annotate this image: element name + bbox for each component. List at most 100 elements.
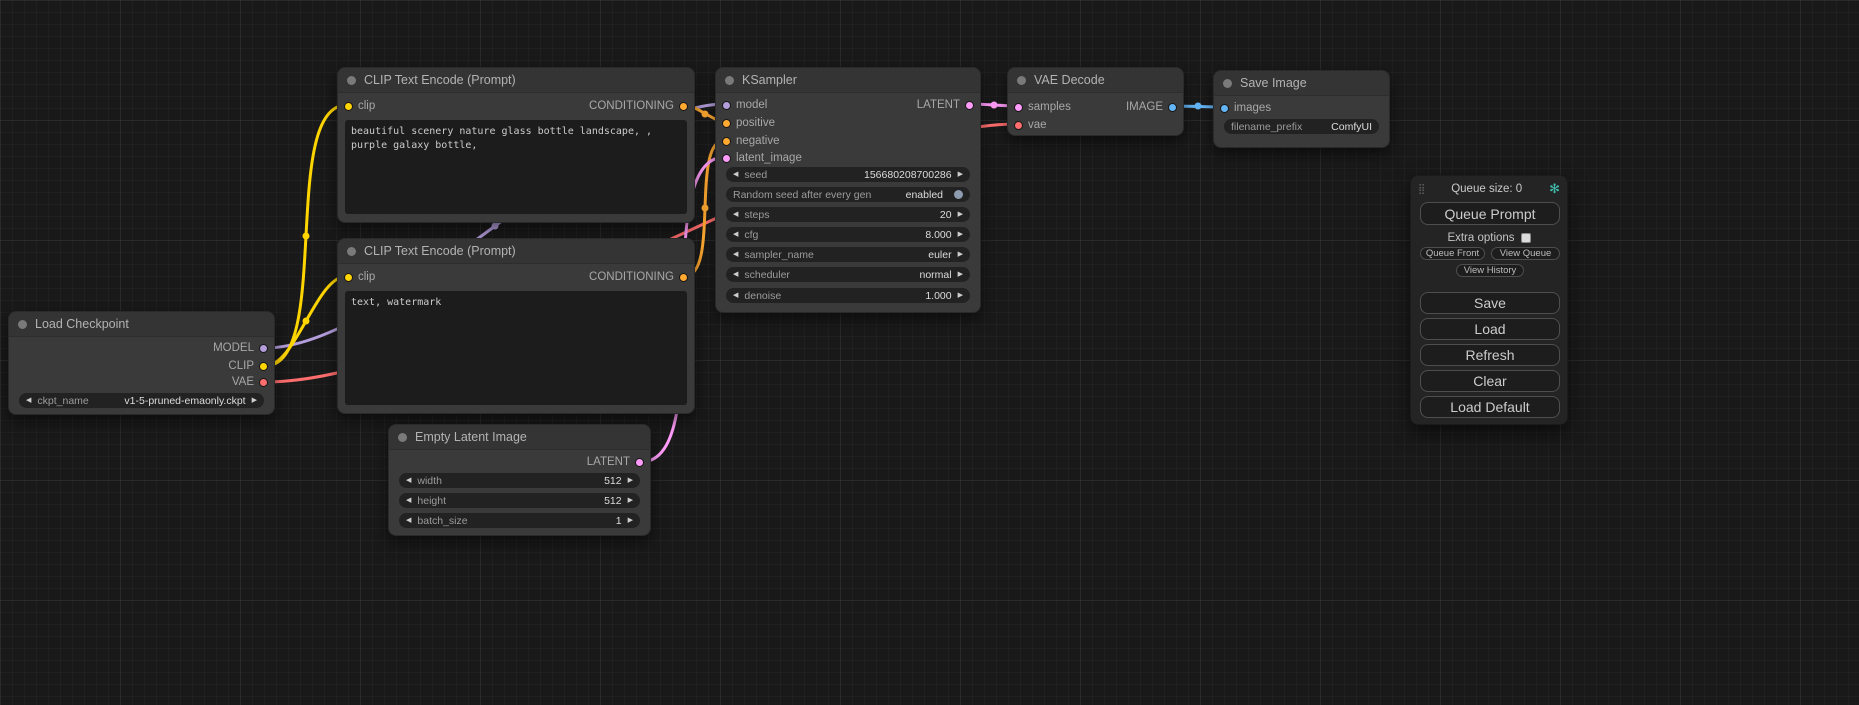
increment-arrow-icon[interactable]: ▶: [958, 231, 963, 238]
sampler-name-widget[interactable]: ◀ sampler_name euler ▶: [726, 247, 970, 262]
node-vae-decode-titlebar[interactable]: VAE Decode: [1008, 68, 1183, 93]
denoise-widget[interactable]: ◀ denoise 1.000 ▶: [726, 288, 970, 303]
decrement-arrow-icon[interactable]: ◀: [733, 171, 738, 178]
node-clip-text-encode-positive[interactable]: CLIP Text Encode (Prompt) clip CONDITION…: [337, 67, 695, 223]
vae-output-dot[interactable]: [259, 378, 268, 387]
model-input-dot[interactable]: [722, 101, 731, 110]
node-title: KSampler: [742, 73, 797, 87]
decrement-arrow-icon[interactable]: ◀: [733, 292, 738, 299]
increment-arrow-icon[interactable]: ▶: [958, 211, 963, 218]
settings-gear-icon[interactable]: ✻: [1549, 181, 1560, 197]
seed-widget[interactable]: ◀ seed 156680208700286 ▶: [726, 167, 970, 182]
collapse-dot[interactable]: [347, 247, 356, 256]
cfg-widget[interactable]: ◀ cfg 8.000 ▶: [726, 227, 970, 242]
latent-input-dot[interactable]: [1014, 103, 1023, 112]
increment-arrow-icon[interactable]: ▶: [958, 251, 963, 258]
increment-arrow-icon[interactable]: ▶: [628, 517, 633, 524]
width-widget[interactable]: ◀ width 512 ▶: [399, 473, 640, 488]
conditioning-output-dot[interactable]: [679, 102, 688, 111]
node-clip-text-encode-negative[interactable]: CLIP Text Encode (Prompt) clip CONDITION…: [337, 238, 695, 414]
node-title: VAE Decode: [1034, 73, 1105, 87]
widget-value: normal: [920, 269, 952, 281]
decrement-arrow-icon[interactable]: ◀: [733, 271, 738, 278]
widget-value: euler: [928, 249, 951, 261]
conditioning-output-dot[interactable]: [679, 273, 688, 282]
toggle-dot[interactable]: [954, 190, 963, 199]
node-load-checkpoint-titlebar[interactable]: Load Checkpoint: [9, 312, 274, 337]
refresh-button[interactable]: Refresh: [1420, 344, 1560, 366]
view-history-button[interactable]: View History: [1456, 264, 1524, 277]
node-ksampler-titlebar[interactable]: KSampler: [716, 68, 980, 93]
clip-input-dot[interactable]: [344, 273, 353, 282]
load-default-button[interactable]: Load Default: [1420, 396, 1560, 418]
decrement-arrow-icon[interactable]: ◀: [406, 477, 411, 484]
node-clip-positive-titlebar[interactable]: CLIP Text Encode (Prompt): [338, 68, 694, 93]
node-title: Save Image: [1240, 76, 1307, 90]
conditioning-input-dot[interactable]: [722, 137, 731, 146]
widget-value: 1: [616, 515, 622, 527]
node-vae-decode[interactable]: VAE Decode samples vae IMAGE: [1007, 67, 1184, 136]
collapse-dot[interactable]: [347, 76, 356, 85]
height-widget[interactable]: ◀ height 512 ▶: [399, 493, 640, 508]
widget-label: filename_prefix: [1231, 121, 1302, 133]
latent-output-dot[interactable]: [965, 101, 974, 110]
node-clip-negative-titlebar[interactable]: CLIP Text Encode (Prompt): [338, 239, 694, 264]
filename-prefix-widget[interactable]: filename_prefix ComfyUI: [1224, 119, 1379, 134]
node-save-image[interactable]: Save Image images filename_prefix ComfyU…: [1213, 70, 1390, 148]
positive-prompt-textarea[interactable]: beautiful scenery nature glass bottle la…: [345, 120, 687, 214]
save-button[interactable]: Save: [1420, 292, 1560, 314]
increment-arrow-icon[interactable]: ▶: [628, 477, 633, 484]
queue-front-button[interactable]: Queue Front: [1420, 247, 1485, 260]
conditioning-input-dot[interactable]: [722, 119, 731, 128]
extra-options-label: Extra options: [1447, 232, 1514, 244]
extra-options-row: Extra options: [1411, 232, 1567, 244]
node-ksampler[interactable]: KSampler model positive negative latent_…: [715, 67, 981, 313]
random-seed-toggle-widget[interactable]: Random seed after every gen enabled: [726, 187, 970, 202]
graph-canvas[interactable]: Load Checkpoint MODEL CLIP VAE ◀ ckpt_na…: [0, 0, 1859, 705]
negative-prompt-textarea[interactable]: text, watermark: [345, 291, 687, 405]
queue-prompt-button[interactable]: Queue Prompt: [1420, 202, 1560, 225]
decrement-arrow-icon[interactable]: ◀: [733, 211, 738, 218]
load-button[interactable]: Load: [1420, 318, 1560, 340]
batch-size-widget[interactable]: ◀ batch_size 1 ▶: [399, 513, 640, 528]
increment-arrow-icon[interactable]: ▶: [252, 397, 257, 404]
input-slot-samples: samples: [1008, 99, 1071, 115]
steps-widget[interactable]: ◀ steps 20 ▶: [726, 207, 970, 222]
collapse-dot[interactable]: [1223, 79, 1232, 88]
widget-label: seed: [744, 169, 767, 181]
increment-arrow-icon[interactable]: ▶: [958, 292, 963, 299]
extra-options-checkbox[interactable]: [1521, 233, 1531, 243]
increment-arrow-icon[interactable]: ▶: [628, 497, 633, 504]
input-slot-positive: positive: [716, 115, 775, 131]
decrement-arrow-icon[interactable]: ◀: [26, 397, 31, 404]
clip-output-dot[interactable]: [259, 362, 268, 371]
widget-label: Random seed after every gen: [733, 189, 871, 201]
node-empty-latent-titlebar[interactable]: Empty Latent Image: [389, 425, 650, 450]
decrement-arrow-icon[interactable]: ◀: [733, 251, 738, 258]
output-slot-clip: CLIP: [228, 358, 274, 374]
collapse-dot[interactable]: [398, 433, 407, 442]
image-input-dot[interactable]: [1220, 104, 1229, 113]
node-load-checkpoint[interactable]: Load Checkpoint MODEL CLIP VAE ◀ ckpt_na…: [8, 311, 275, 415]
decrement-arrow-icon[interactable]: ◀: [406, 497, 411, 504]
decrement-arrow-icon[interactable]: ◀: [406, 517, 411, 524]
wire-midpoint-dot: [492, 223, 499, 230]
decrement-arrow-icon[interactable]: ◀: [733, 231, 738, 238]
increment-arrow-icon[interactable]: ▶: [958, 171, 963, 178]
vae-input-dot[interactable]: [1014, 121, 1023, 130]
node-save-image-titlebar[interactable]: Save Image: [1214, 71, 1389, 96]
ckpt-name-widget[interactable]: ◀ ckpt_name v1-5-pruned-emaonly.ckpt ▶: [19, 393, 264, 408]
latent-output-dot[interactable]: [635, 458, 644, 467]
view-queue-button[interactable]: View Queue: [1491, 247, 1560, 260]
image-output-dot[interactable]: [1168, 103, 1177, 112]
clip-input-dot[interactable]: [344, 102, 353, 111]
latent-input-dot[interactable]: [722, 154, 731, 163]
collapse-dot[interactable]: [18, 320, 27, 329]
increment-arrow-icon[interactable]: ▶: [958, 271, 963, 278]
collapse-dot[interactable]: [725, 76, 734, 85]
clear-button[interactable]: Clear: [1420, 370, 1560, 392]
collapse-dot[interactable]: [1017, 76, 1026, 85]
model-output-dot[interactable]: [259, 344, 268, 353]
scheduler-widget[interactable]: ◀ scheduler normal ▶: [726, 267, 970, 282]
node-empty-latent-image[interactable]: Empty Latent Image LATENT ◀ width 512 ▶ …: [388, 424, 651, 536]
